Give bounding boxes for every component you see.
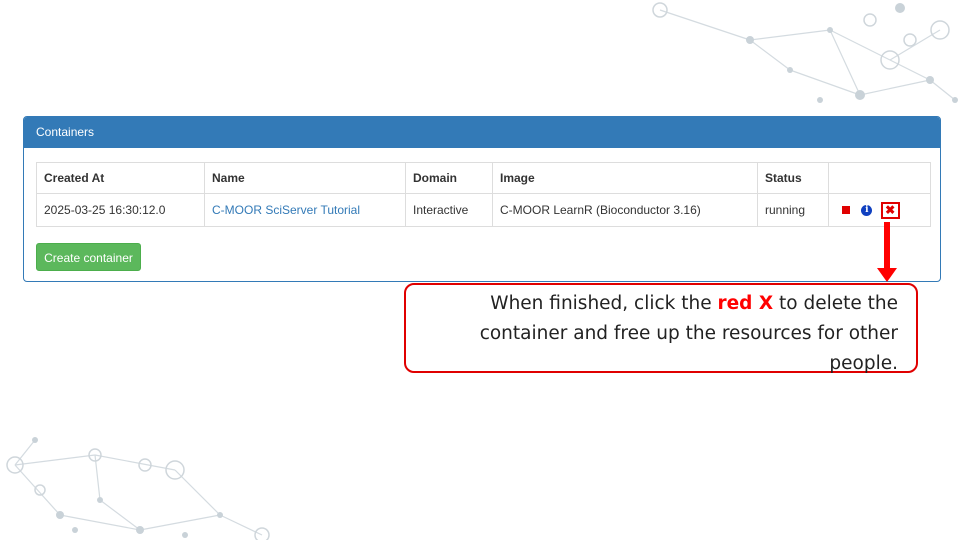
cell-status: running bbox=[757, 193, 829, 227]
container-name-link[interactable]: C-MOOR SciServer Tutorial bbox=[212, 203, 360, 217]
instruction-callout: When finished, click the red X to delete… bbox=[404, 283, 918, 374]
stop-square-icon[interactable] bbox=[842, 206, 850, 214]
callout-highlight: red X bbox=[717, 293, 774, 314]
containers-panel: Containers Created At Name Domain Image … bbox=[23, 116, 941, 282]
column-header-status: Status bbox=[757, 162, 829, 194]
annotation-arrow-shaft bbox=[884, 222, 890, 270]
containers-table: Created At Name Domain Image Status 2025… bbox=[36, 162, 931, 227]
cell-image: C-MOOR LearnR (Bioconductor 3.16) bbox=[492, 193, 758, 227]
cell-domain: Interactive bbox=[405, 193, 493, 227]
column-header-domain: Domain bbox=[405, 162, 493, 194]
cell-actions: i ✖ bbox=[828, 193, 931, 227]
info-circle-icon[interactable]: i bbox=[861, 204, 873, 216]
table-row: 2025-03-25 16:30:12.0 C-MOOR SciServer T… bbox=[36, 193, 931, 227]
decorative-network-graphic bbox=[652, 2, 958, 103]
column-header-name: Name bbox=[204, 162, 406, 194]
table-header-row: Created At Name Domain Image Status bbox=[36, 162, 931, 194]
cell-name: C-MOOR SciServer Tutorial bbox=[204, 193, 406, 227]
cell-created-at: 2025-03-25 16:30:12.0 bbox=[36, 193, 205, 227]
column-header-image: Image bbox=[492, 162, 758, 194]
decorative-network-graphic bbox=[6, 437, 270, 540]
annotation-arrow-head bbox=[877, 268, 897, 282]
panel-title: Containers bbox=[24, 117, 940, 148]
delete-container-button[interactable]: ✖ bbox=[880, 201, 900, 219]
create-container-button[interactable]: Create container bbox=[36, 243, 141, 271]
callout-text-before: When finished, click the bbox=[490, 293, 718, 314]
column-header-actions bbox=[828, 162, 931, 194]
close-x-icon: ✖ bbox=[885, 202, 896, 217]
column-header-created-at: Created At bbox=[36, 162, 205, 194]
